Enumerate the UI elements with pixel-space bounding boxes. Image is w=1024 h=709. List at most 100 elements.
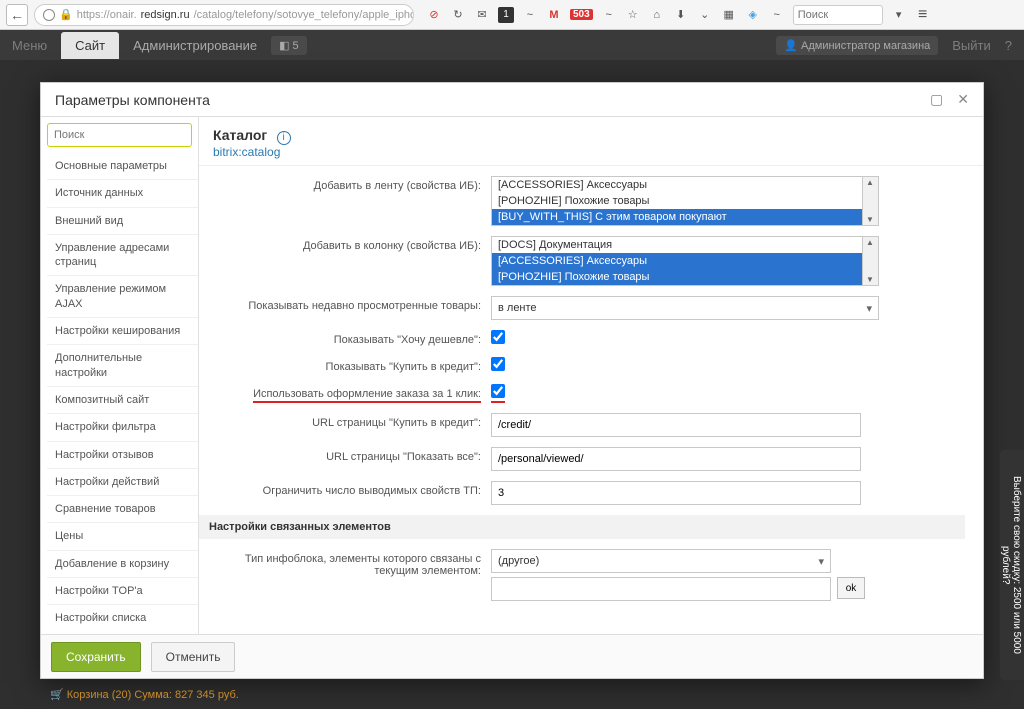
- sidebar-item[interactable]: Источник данных: [47, 180, 198, 207]
- puzzle-icon[interactable]: ▦: [721, 7, 737, 23]
- input-url-all[interactable]: [491, 447, 861, 471]
- promo-banner[interactable]: Выберите свою скидку: 2500 или 5000 рубл…: [1000, 450, 1024, 680]
- scrollbar-icon[interactable]: [862, 237, 878, 285]
- sidebar-item[interactable]: Настройки списка разделов: [47, 605, 198, 628]
- save-button[interactable]: Сохранить: [51, 642, 141, 672]
- select-option[interactable]: [ACCESSORIES] Аксессуары: [492, 177, 878, 193]
- checkbox-credit[interactable]: [491, 357, 505, 371]
- select-add-feed[interactable]: [ACCESSORIES] Аксессуары[POHOZHIE] Похож…: [491, 176, 879, 226]
- sidebar-item[interactable]: Цены: [47, 523, 198, 550]
- section-linked-header: Настройки связанных элементов: [199, 515, 965, 539]
- sidebar-item[interactable]: Добавление в корзину: [47, 551, 198, 578]
- modal-title: Параметры компонента: [55, 92, 210, 108]
- pocket-icon[interactable]: ⌄: [697, 7, 713, 23]
- browser-toolbar: ← 🔒 https://onair.redsign.ru/catalog/tel…: [0, 0, 1024, 30]
- cancel-button[interactable]: Отменить: [151, 642, 236, 672]
- label-linked-type: Тип инфоблока, элементы которого связаны…: [199, 549, 491, 577]
- input-url-credit[interactable]: [491, 413, 861, 437]
- sidebar-item[interactable]: Настройки действий: [47, 469, 198, 496]
- gmail-icon[interactable]: M: [546, 7, 562, 23]
- select-option[interactable]: [POHOZHIE] Похожие товары: [492, 193, 878, 209]
- label-cheaper: Показывать "Хочу дешевле":: [199, 330, 491, 346]
- cart-summary[interactable]: 🛒 Корзина (20) Сумма: 827 345 руб.: [50, 688, 239, 701]
- lock-icon: 🔒: [59, 8, 73, 21]
- select-recent[interactable]: в ленте: [491, 296, 879, 320]
- form-area[interactable]: Добавить в ленту (свойства ИБ): [ACCESSO…: [199, 166, 983, 634]
- help-icon[interactable]: ?: [1005, 38, 1012, 53]
- checkbox-oneclick[interactable]: [491, 384, 505, 398]
- counter-badge[interactable]: 1: [498, 7, 514, 23]
- app-menu[interactable]: Меню: [12, 38, 47, 53]
- sep3-icon: ~: [769, 7, 785, 23]
- sidebar-list[interactable]: Основные параметрыИсточник данныхВнешний…: [47, 153, 198, 628]
- label-add-col: Добавить в колонку (свойства ИБ):: [199, 236, 491, 252]
- sidebar-search-wrap: [47, 123, 192, 147]
- home-icon[interactable]: ⌂: [649, 7, 665, 23]
- checkbox-cheaper[interactable]: [491, 330, 505, 344]
- sidebar-item[interactable]: Настройки отзывов: [47, 442, 198, 469]
- download-icon[interactable]: ⬇: [673, 7, 689, 23]
- admin-label: Администратор магазина: [801, 40, 930, 52]
- sidebar-item[interactable]: Сравнение товаров: [47, 496, 198, 523]
- url-path: /catalog/telefony/sotovye_telefony/apple…: [194, 9, 414, 21]
- mail-count-badge: 503: [570, 9, 593, 20]
- stop-icon[interactable]: ⊘: [426, 7, 442, 23]
- notif-pill[interactable]: ◧ 5: [271, 36, 307, 55]
- sidebar-item[interactable]: Настройки фильтра: [47, 414, 198, 441]
- sidebar-item[interactable]: Настройки TOP'а: [47, 578, 198, 605]
- select-option[interactable]: [ACCESSORIES] Аксессуары: [492, 253, 878, 269]
- input-tp-limit[interactable]: [491, 481, 861, 505]
- info-icon[interactable]: i: [277, 131, 291, 145]
- label-url-all: URL страницы "Показать все":: [199, 447, 491, 463]
- tab-admin[interactable]: Администрирование: [133, 38, 257, 53]
- sidebar-item[interactable]: Дополнительные настройки: [47, 345, 198, 387]
- sidebar-item[interactable]: Внешний вид: [47, 208, 198, 235]
- select-linked-value: (другое): [498, 555, 539, 567]
- label-recent: Показывать недавно просмотренные товары:: [199, 296, 491, 312]
- scrollbar-icon[interactable]: [862, 177, 878, 225]
- select-option[interactable]: [POHOZHIE] Похожие товары: [492, 269, 878, 285]
- close-icon[interactable]: ✕: [957, 91, 969, 108]
- menu-icon[interactable]: ≡: [915, 7, 931, 23]
- maximize-icon[interactable]: ▢: [930, 91, 943, 108]
- sidebar-item[interactable]: Настройки кеширования: [47, 318, 198, 345]
- browser-icons: ⊘ ↻ ✉ 1 ~ M 503 ~ ☆ ⌂ ⬇ ⌄ ▦ ◈ ~ ▾ ≡: [420, 5, 931, 25]
- globe-icon: [43, 9, 55, 21]
- modal-header: Параметры компонента ▢ ✕: [41, 83, 983, 117]
- url-domain: redsign.ru: [141, 9, 190, 21]
- content-title: Каталог: [213, 127, 267, 143]
- sidebar-item[interactable]: Управление режимом AJAX: [47, 276, 198, 318]
- cart-text: Корзина (20) Сумма: 827 345 руб.: [67, 689, 239, 701]
- label-tp-limit: Ограничить число выводимых свойств ТП:: [199, 481, 491, 497]
- modal-content: Каталог i bitrix:catalog Добавить в лент…: [199, 117, 983, 634]
- browser-search-input[interactable]: [793, 5, 883, 25]
- ok-button[interactable]: ok: [837, 577, 865, 599]
- sidebar-item[interactable]: Композитный сайт: [47, 387, 198, 414]
- diamond-icon[interactable]: ◈: [745, 7, 761, 23]
- admin-user[interactable]: 👤 Администратор магазина: [776, 36, 938, 55]
- sidebar-item[interactable]: Основные параметры: [47, 153, 198, 180]
- mail-icon[interactable]: ✉: [474, 7, 490, 23]
- label-add-feed: Добавить в ленту (свойства ИБ):: [199, 176, 491, 192]
- sidebar-item[interactable]: Управление адресами страниц: [47, 235, 198, 277]
- modal-footer: Сохранить Отменить: [41, 634, 983, 678]
- select-recent-value: в ленте: [498, 302, 537, 314]
- sep2-icon: ~: [601, 7, 617, 23]
- more-icon[interactable]: ▾: [891, 7, 907, 23]
- sidebar-search-input[interactable]: [47, 123, 192, 147]
- input-linked-extra[interactable]: [491, 577, 831, 601]
- url-bar[interactable]: 🔒 https://onair.redsign.ru/catalog/telef…: [34, 4, 414, 26]
- select-linked-type[interactable]: (другое): [491, 549, 831, 573]
- component-name: bitrix:catalog: [213, 145, 280, 159]
- tab-site[interactable]: Сайт: [61, 32, 119, 59]
- logout-link[interactable]: Выйти: [952, 38, 991, 53]
- select-option[interactable]: [DOCS] Документация: [492, 237, 878, 253]
- select-add-col[interactable]: [DOCS] Документация[ACCESSORIES] Аксессу…: [491, 236, 879, 286]
- select-option[interactable]: [BUY_WITH_THIS] С этим товаром покупают: [492, 209, 878, 225]
- reload-icon[interactable]: ↻: [450, 7, 466, 23]
- back-button[interactable]: ←: [6, 4, 28, 26]
- component-params-modal: Параметры компонента ▢ ✕ Основные параме…: [40, 82, 984, 679]
- sep-icon: ~: [522, 7, 538, 23]
- label-credit: Показывать "Купить в кредит":: [199, 357, 491, 373]
- star-icon[interactable]: ☆: [625, 7, 641, 23]
